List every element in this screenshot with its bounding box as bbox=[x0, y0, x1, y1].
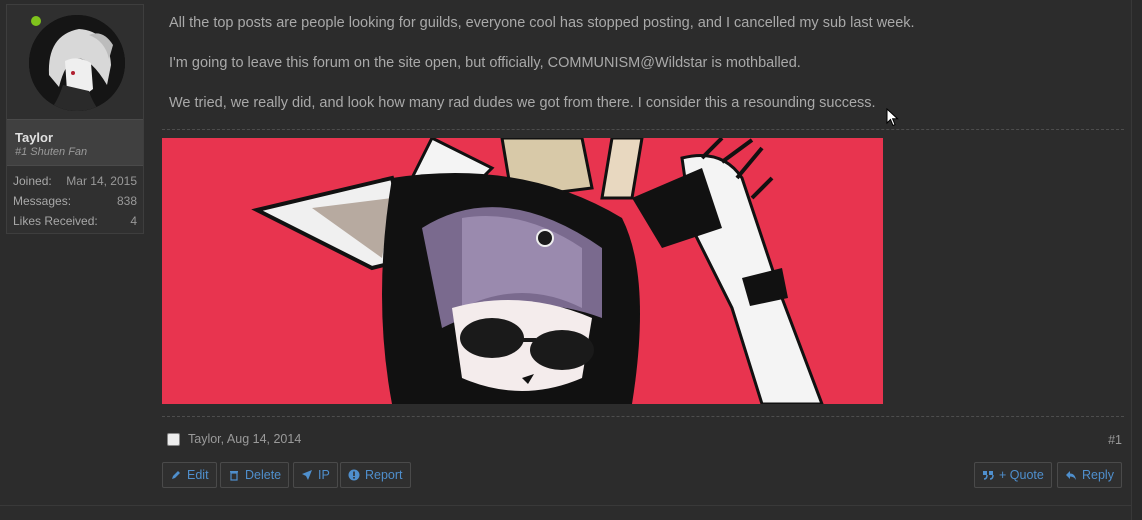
stat-likes: Likes Received: 4 bbox=[7, 211, 143, 231]
report-label: Report bbox=[365, 468, 403, 482]
scrollbar-track[interactable] bbox=[1131, 0, 1142, 520]
stat-value: Mar 14, 2015 bbox=[66, 174, 137, 188]
online-status-indicator bbox=[31, 16, 41, 26]
post-number[interactable]: #1 bbox=[1108, 433, 1122, 447]
reply-button[interactable]: Reply bbox=[1057, 462, 1122, 488]
username-link[interactable]: Taylor bbox=[15, 130, 53, 145]
pencil-icon bbox=[172, 471, 180, 479]
stat-label: Messages: bbox=[13, 194, 72, 208]
stat-joined: Joined: Mar 14, 2015 bbox=[7, 171, 143, 191]
report-button[interactable]: Report bbox=[340, 462, 411, 488]
quote-icon bbox=[983, 471, 994, 480]
stat-messages: Messages: 838 bbox=[7, 191, 143, 211]
trash-icon bbox=[230, 471, 238, 481]
stat-label: Joined: bbox=[13, 174, 52, 188]
ip-button[interactable]: IP bbox=[293, 462, 338, 488]
location-arrow-icon bbox=[302, 470, 312, 480]
user-card: Taylor #1 Shuten Fan Joined: Mar 14, 201… bbox=[6, 4, 144, 234]
post-text-line-3: We tried, we really did, and look how ma… bbox=[169, 95, 876, 111]
alert-circle-icon bbox=[348, 469, 360, 481]
avatar-area bbox=[7, 5, 143, 119]
ip-label: IP bbox=[318, 468, 330, 482]
select-post-checkbox[interactable] bbox=[167, 432, 180, 446]
stat-value: 4 bbox=[130, 214, 137, 228]
edit-button[interactable]: Edit bbox=[162, 462, 217, 488]
post-image[interactable] bbox=[162, 138, 883, 404]
quote-button[interactable]: + Quote bbox=[974, 462, 1052, 488]
quote-label: + Quote bbox=[999, 468, 1044, 482]
mouse-cursor-icon bbox=[886, 108, 899, 127]
content-divider bbox=[162, 129, 1124, 130]
post-bottom-border bbox=[0, 505, 1132, 506]
user-title: #1 Shuten Fan bbox=[15, 146, 88, 158]
post-text-line-2: I'm going to leave this forum on the sit… bbox=[169, 55, 801, 71]
avatar[interactable] bbox=[29, 15, 125, 111]
edit-label: Edit bbox=[187, 468, 209, 482]
user-name-block: Taylor #1 Shuten Fan bbox=[7, 119, 143, 166]
stat-value[interactable]: 838 bbox=[117, 191, 137, 211]
reply-arrow-icon bbox=[1066, 471, 1076, 480]
post-text-line-1: All the top posts are people looking for… bbox=[169, 15, 915, 31]
delete-button[interactable]: Delete bbox=[220, 462, 290, 488]
delete-label: Delete bbox=[245, 468, 282, 482]
post-author-date[interactable]: Taylor, Aug 14, 2014 bbox=[188, 432, 301, 446]
post-meta: Taylor, Aug 14, 2014 bbox=[167, 432, 301, 446]
reply-label: Reply bbox=[1082, 468, 1114, 482]
stat-label: Likes Received: bbox=[13, 214, 98, 228]
footer-divider bbox=[162, 416, 1124, 417]
user-stats: Joined: Mar 14, 2015 Messages: 838 Likes… bbox=[7, 171, 143, 231]
